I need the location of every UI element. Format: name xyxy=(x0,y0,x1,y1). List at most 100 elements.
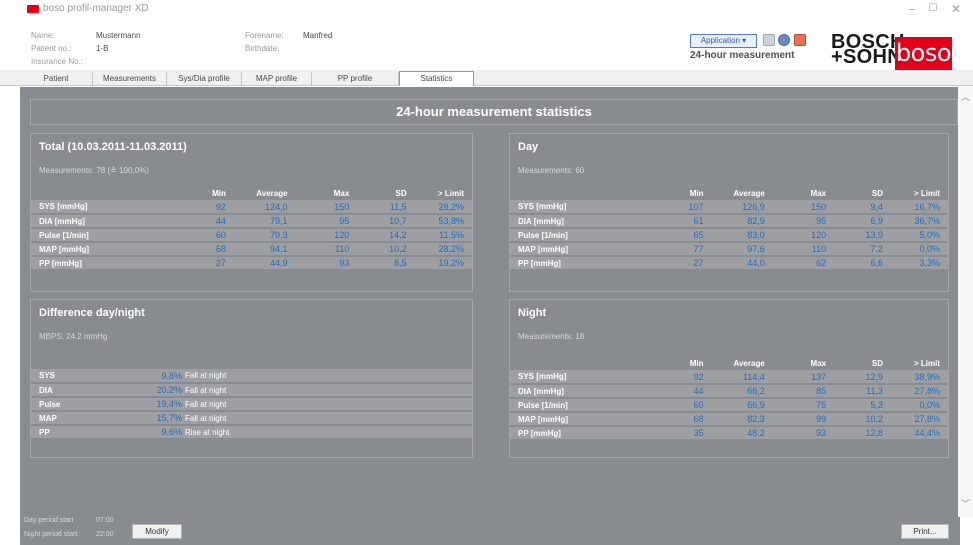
trend-cell: Fall at night xyxy=(182,369,472,384)
print-button[interactable]: Print... xyxy=(901,524,949,539)
globe-icon[interactable] xyxy=(778,34,790,46)
sd-cell: 9,4 xyxy=(834,200,892,215)
app-icon xyxy=(27,5,39,13)
difference-title: Difference day/night xyxy=(39,307,145,319)
column-header: Average xyxy=(256,188,288,198)
column-header xyxy=(510,356,650,370)
table-row: MAP [mmHg] 68 82,3 99 10,2 27,8% xyxy=(510,412,948,427)
min-cell: 27 xyxy=(650,256,712,271)
total-measurements: Measurements: 78 (≙ 100,0%) xyxy=(39,166,149,175)
table-row: DIA [mmHg] 44 79,1 95 10,7 53,8% xyxy=(31,214,472,229)
tab-patient[interactable]: Patient xyxy=(20,72,93,86)
row-label: Pulse [1/min] xyxy=(31,228,173,243)
min-cell: 60 xyxy=(172,228,234,243)
difference-card: Difference day/night MBPS: 24,2 mmHg SYS… xyxy=(30,299,473,458)
bosch-logo-line2: +SOHN xyxy=(831,46,902,68)
average-cell: 48,2 xyxy=(711,426,773,441)
average-cell: 66,2 xyxy=(711,384,773,399)
tab-sys-dia-profile[interactable]: Sys/Dia profile xyxy=(167,72,242,86)
max-cell: 99 xyxy=(772,412,835,427)
max-cell: 95 xyxy=(295,214,358,229)
column-header: > Limit xyxy=(437,188,464,198)
row-label: Pulse [1/min] xyxy=(510,398,651,413)
sd-cell: 11,3 xyxy=(834,384,892,399)
max-cell: 120 xyxy=(295,228,358,243)
title-bar: boso profil-manager XD – ☐ ✕ xyxy=(0,0,973,20)
page-title: 24-hour measurement statistics xyxy=(30,99,958,125)
row-label: SYS [mmHg] xyxy=(31,200,173,215)
patient-no-label: Patient no.: xyxy=(31,44,72,53)
night-period-label: Night period start xyxy=(24,531,78,538)
min-cell: 27 xyxy=(172,256,234,271)
tab-map-profile[interactable]: MAP profile xyxy=(242,72,312,86)
document-icon[interactable] xyxy=(763,34,775,46)
row-label: MAP xyxy=(31,411,127,426)
percent-cell: 9,6% xyxy=(127,425,182,440)
sd-cell: 10,2 xyxy=(357,242,415,257)
table-row: MAP 15,7% Fall at night xyxy=(31,411,472,426)
mbps-value: MBPS: 24,2 mmHg xyxy=(39,332,108,341)
average-cell: 66,9 xyxy=(711,398,773,413)
patient-no-value: 1-B xyxy=(96,44,109,53)
table-row: Pulse [1/min] 60 79,3 120 14,2 11,5% xyxy=(31,228,472,243)
row-label: DIA xyxy=(31,383,127,398)
stop-icon[interactable] xyxy=(794,34,806,46)
average-cell: 83,0 xyxy=(711,228,773,243)
column-header: Min xyxy=(689,188,704,198)
sd-cell: 8,5 xyxy=(357,256,415,271)
min-cell: 92 xyxy=(650,370,712,385)
tab-statistics[interactable]: Statistics xyxy=(399,71,474,86)
min-cell: 68 xyxy=(172,242,234,257)
column-header: Min xyxy=(212,188,226,198)
maximize-icon[interactable]: ☐ xyxy=(922,2,944,16)
table-row: Pulse [1/min] 60 66,9 75 5,3 0,0% xyxy=(510,398,948,413)
min-cell: 77 xyxy=(650,242,712,257)
table-row: Pulse 19,4% Fall at night xyxy=(31,397,472,412)
mode-title: 24-hour measurement xyxy=(690,50,795,61)
percent-cell: 20,2% xyxy=(127,383,182,398)
column-header: SD xyxy=(395,188,407,198)
sd-cell: 10,2 xyxy=(834,412,892,427)
table-row: SYS [mmHg] 92 114,4 137 12,9 38,9% xyxy=(510,370,948,385)
max-cell: 150 xyxy=(295,200,358,215)
column-header: SD xyxy=(871,188,884,198)
scroll-up-icon[interactable]: ︿ xyxy=(961,90,970,103)
table-row: DIA [mmHg] 61 82,9 95 6,9 36,7% xyxy=(510,214,948,229)
sd-cell: 6,9 xyxy=(834,214,892,229)
average-cell: 79,3 xyxy=(233,228,296,243)
max-cell: 110 xyxy=(772,242,835,257)
tab-pp-profile[interactable]: PP profile xyxy=(312,72,399,86)
close-icon[interactable]: ✕ xyxy=(945,2,967,16)
average-cell: 124,0 xyxy=(233,200,296,215)
limit-cell: 5,0% xyxy=(891,228,948,243)
vertical-scrollbar[interactable] xyxy=(958,87,973,517)
max-cell: 93 xyxy=(772,426,835,441)
max-cell: 75 xyxy=(772,398,835,413)
average-cell: 97,6 xyxy=(711,242,773,257)
min-cell: 44 xyxy=(172,214,234,229)
modify-button[interactable]: Modify xyxy=(132,524,182,539)
limit-cell: 0,0% xyxy=(891,398,948,413)
day-period-label: Day period start xyxy=(24,517,74,524)
minimize-icon[interactable]: – xyxy=(901,2,923,16)
name-label: Name: xyxy=(31,31,55,40)
limit-cell: 28,2% xyxy=(414,242,472,257)
limit-cell: 27,8% xyxy=(891,384,948,399)
table-row: SYS [mmHg] 107 126,9 150 9,4 16,7% xyxy=(510,200,948,215)
scroll-down-icon[interactable]: ﹀ xyxy=(961,497,970,510)
min-cell: 107 xyxy=(650,200,712,215)
row-label: PP [mmHg] xyxy=(31,256,173,271)
table-row: PP [mmHg] 27 44,9 93 8,5 19,2% xyxy=(31,256,472,271)
limit-cell: 19,2% xyxy=(414,256,472,271)
row-label: MAP [mmHg] xyxy=(31,242,173,257)
max-cell: 85 xyxy=(772,384,835,399)
average-cell: 82,9 xyxy=(711,214,773,229)
row-label: DIA [mmHg] xyxy=(510,384,651,399)
row-label: DIA [mmHg] xyxy=(31,214,173,229)
application-dropdown[interactable]: Application ▾ xyxy=(690,34,757,48)
percent-cell: 9,8% xyxy=(127,369,182,384)
trend-cell: Fall at night xyxy=(182,411,472,426)
sd-cell: 11,5 xyxy=(357,200,415,215)
min-cell: 92 xyxy=(172,200,234,215)
tab-measurements[interactable]: Measurements xyxy=(93,72,167,86)
